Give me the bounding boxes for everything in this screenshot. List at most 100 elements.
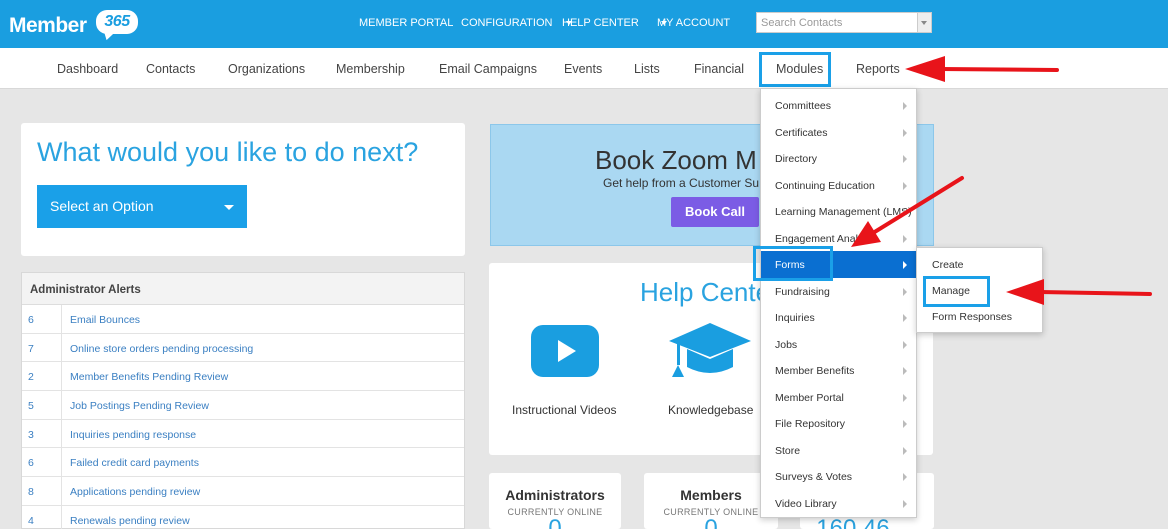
- administrator-alerts-panel: Administrator Alerts 6 Email Bounces 7 Onl…: [21, 272, 465, 529]
- menu-item-jobs[interactable]: Jobs: [761, 331, 916, 358]
- logo-badge: 365: [96, 10, 138, 34]
- chevron-right-icon: [903, 208, 907, 216]
- menu-item-member-portal[interactable]: Member Portal: [761, 384, 916, 411]
- chevron-right-icon: [903, 340, 907, 349]
- row-divider: [61, 477, 62, 505]
- menu-item-store[interactable]: Store: [761, 437, 916, 464]
- menu-item-fundraising[interactable]: Fundraising: [761, 278, 916, 305]
- alert-count: 7: [28, 342, 34, 355]
- alert-link[interactable]: Renewals pending review: [70, 515, 190, 527]
- alert-count: 3: [28, 428, 34, 441]
- next-action-card: What would you like to do next? Select a…: [21, 123, 465, 256]
- menu-item-video-library[interactable]: Video Library: [761, 490, 916, 517]
- alert-count: 6: [28, 314, 34, 326]
- nav-organizations[interactable]: Organizations: [228, 62, 305, 76]
- book-zoom-subtitle: Get help from a Customer Su: [603, 176, 760, 190]
- menu-item-file-repository[interactable]: File Repository: [761, 410, 916, 437]
- table-row[interactable]: 6 Email Bounces: [22, 305, 464, 334]
- chevron-right-icon: [903, 420, 907, 428]
- menu-item-label: Member Portal: [775, 391, 844, 404]
- top-bar: Member 365 MEMBER PORTAL CONFIGURATION H…: [0, 0, 1168, 48]
- knowledgebase-link[interactable]: Knowledgebase: [668, 403, 753, 417]
- row-divider: [61, 505, 62, 529]
- chevron-right-icon: [903, 181, 907, 190]
- menu-item-certificates[interactable]: Certificates: [761, 119, 916, 146]
- menu-item-label: File Repository: [775, 418, 846, 430]
- menu-item-committees[interactable]: Committees: [761, 92, 916, 119]
- table-row[interactable]: 8 Applications pending review: [22, 477, 464, 506]
- table-row[interactable]: 4 Renewals pending review: [22, 505, 464, 529]
- alert-link[interactable]: Applications pending review: [70, 486, 200, 498]
- arrow-to-manage-line: [1038, 290, 1152, 296]
- nav-membership[interactable]: Membership: [336, 62, 405, 76]
- alert-count: 2: [28, 371, 34, 384]
- submenu-item-create[interactable]: Create: [932, 259, 964, 271]
- row-divider: [61, 419, 62, 448]
- menu-item-learning-management[interactable]: Learning Management (LMS): [761, 198, 916, 225]
- nav-lists[interactable]: Lists: [634, 62, 660, 76]
- alert-link[interactable]: Job Postings Pending Review: [70, 400, 209, 412]
- chevron-right-icon: [903, 393, 907, 402]
- table-row[interactable]: 5 Job Postings Pending Review: [22, 391, 464, 420]
- select-option-label: Select an Option: [50, 198, 154, 214]
- chevron-right-icon: [903, 102, 907, 110]
- nav-dashboard[interactable]: Dashboard: [57, 62, 118, 76]
- alert-link[interactable]: Online store orders pending processing: [70, 343, 253, 355]
- chevron-right-icon: [903, 314, 907, 322]
- alert-count: 4: [28, 514, 34, 527]
- modules-highlight-box: [759, 52, 831, 87]
- chevron-down-icon[interactable]: [917, 13, 931, 32]
- table-row[interactable]: 2 Member Benefits Pending Review: [22, 362, 464, 392]
- stat-value: 0: [704, 515, 718, 529]
- administrators-online-card: Administrators CURRENTLY ONLINE 0: [489, 473, 621, 529]
- menu-item-surveys-votes[interactable]: Surveys & Votes: [761, 463, 916, 490]
- topnav-label: HELP CENTER: [562, 17, 639, 29]
- row-divider: [61, 362, 62, 391]
- menu-item-label: Store: [775, 444, 801, 457]
- topnav-label: MY ACCOUNT: [657, 17, 731, 29]
- instructional-videos-link[interactable]: Instructional Videos: [512, 403, 617, 417]
- forms-highlight-box: [753, 246, 833, 281]
- alert-link[interactable]: Email Bounces: [70, 314, 140, 326]
- search-contacts-input[interactable]: Search Contacts: [756, 12, 932, 33]
- table-row[interactable]: 6 Failed credit card payments: [22, 448, 464, 478]
- menu-item-label: Certificates: [775, 126, 828, 139]
- menu-item-member-benefits[interactable]: Member Benefits: [761, 357, 916, 384]
- table-row[interactable]: 3 Inquiries pending response: [22, 419, 464, 449]
- menu-item-label: Directory: [775, 153, 818, 165]
- nav-financial[interactable]: Financial: [694, 62, 744, 76]
- chevron-right-icon: [903, 261, 907, 269]
- alert-count: 5: [28, 400, 34, 413]
- topnav-label: CONFIGURATION: [461, 17, 553, 29]
- menu-item-label: Fundraising: [775, 285, 830, 298]
- nav-email-campaigns[interactable]: Email Campaigns: [439, 62, 537, 76]
- row-divider: [61, 391, 62, 419]
- alert-link[interactable]: Member Benefits Pending Review: [70, 371, 228, 383]
- topnav-my-account[interactable]: MY ACCOUNT: [657, 17, 730, 29]
- menu-item-continuing-education[interactable]: Continuing Education: [761, 172, 916, 199]
- menu-item-label: Engagement Analy: [775, 232, 864, 245]
- menu-item-label: Inquiries: [775, 312, 815, 324]
- nav-contacts[interactable]: Contacts: [146, 62, 195, 76]
- nav-events[interactable]: Events: [564, 62, 602, 76]
- row-divider: [61, 448, 62, 477]
- graduation-cap-icon[interactable]: [667, 321, 753, 379]
- submenu-item-form-responses[interactable]: Form Responses: [932, 311, 1012, 323]
- video-play-icon[interactable]: [531, 325, 599, 377]
- help-center-title: Help Cente: [640, 277, 771, 307]
- menu-item-label: Committees: [775, 100, 832, 112]
- alert-count: 8: [28, 486, 34, 499]
- alert-link[interactable]: Failed credit card payments: [70, 457, 199, 469]
- menu-item-inquiries[interactable]: Inquiries: [761, 304, 916, 331]
- topnav-help-center[interactable]: HELP CENTER: [562, 17, 639, 29]
- manage-highlight-box: [923, 276, 990, 307]
- stat-value: 0: [548, 515, 562, 529]
- nav-reports[interactable]: Reports: [856, 62, 900, 76]
- book-call-button[interactable]: Book Call: [671, 197, 759, 227]
- alert-link[interactable]: Inquiries pending response: [70, 429, 196, 441]
- menu-item-directory[interactable]: Directory: [761, 145, 916, 172]
- table-row[interactable]: 7 Online store orders pending processing: [22, 333, 464, 363]
- select-option-dropdown[interactable]: Select an Option: [37, 185, 247, 228]
- menu-item-label: Jobs: [775, 338, 798, 351]
- chevron-right-icon: [903, 287, 907, 296]
